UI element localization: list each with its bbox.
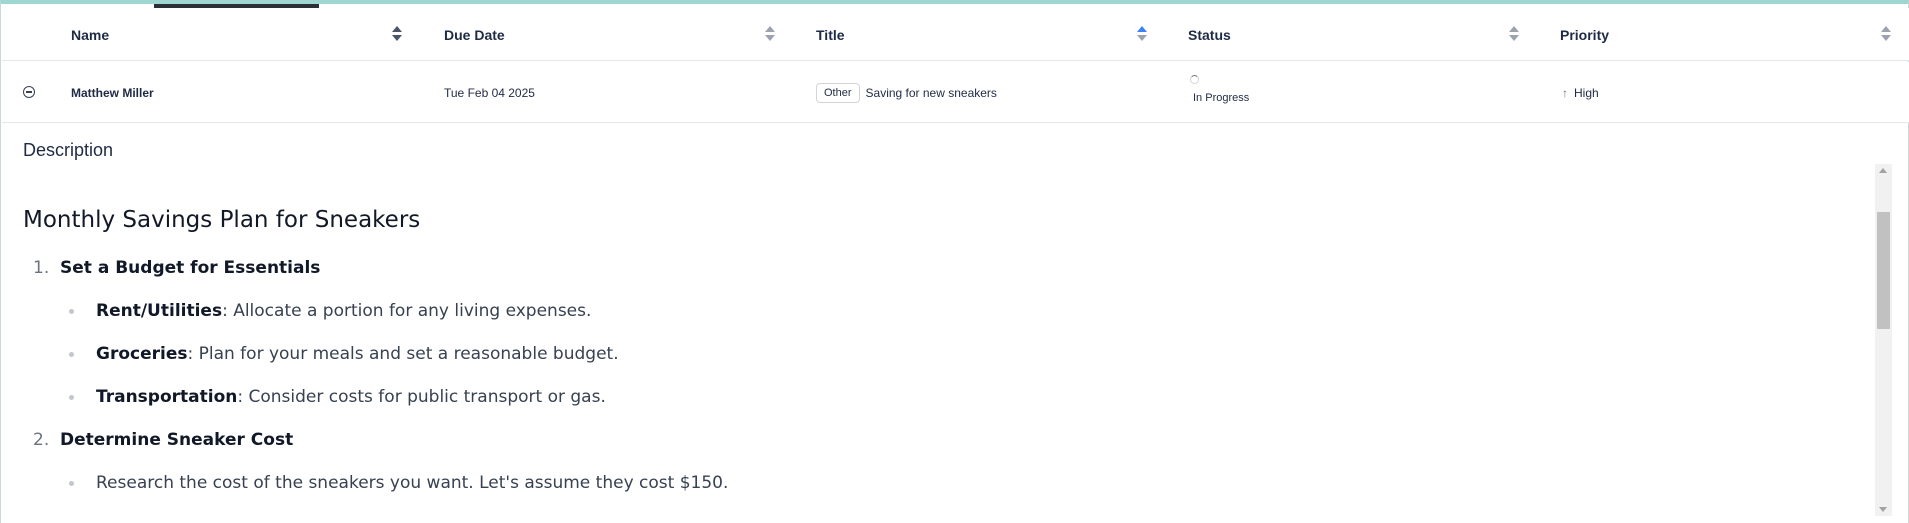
description-scrollbar[interactable] [1875,164,1892,516]
bullet-icon [69,351,74,357]
arrow-up-icon: ↑ [1562,85,1568,100]
column-header-title[interactable]: Title [816,8,845,61]
sub-item-bold: Transportation [96,387,238,407]
sub-list-item: Rent/Utilities: Allocate a portion for a… [69,301,591,321]
column-header-status[interactable]: Status [1188,8,1231,61]
list-item: 2. Determine Sneaker Cost [33,430,293,450]
column-label: Priority [1560,26,1610,43]
sub-item-bold: Rent/Utilities [96,301,223,321]
status-value: In Progress [1193,92,1250,104]
table-row[interactable]: Matthew Miller Tue Feb 04 2025 Other Sav… [2,62,1909,123]
cell-status: In Progress [1190,75,1249,104]
sort-status-icon[interactable] [1509,26,1519,42]
cell-due-date: Tue Feb 04 2025 [444,62,535,123]
plan-title: Monthly Savings Plan for Sneakers [23,207,421,233]
sub-item-text: Research the cost of the sneakers you wa… [96,473,729,493]
loading-spinner-icon [1190,75,1199,84]
task-title: Saving for new sneakers [865,85,997,100]
column-label: Status [1188,26,1231,43]
sub-item-text: : Plan for your meals and set a reasonab… [187,344,619,364]
column-header-due-date[interactable]: Due Date [444,8,505,61]
column-label: Due Date [444,26,505,43]
category-tag: Other [816,82,860,103]
task-table-panel: Name Due Date Title Status Priority Matt… [0,0,1909,523]
column-label: Title [816,26,845,43]
sub-item-bold: Groceries [96,344,188,364]
list-item-label: Determine Sneaker Cost [60,430,294,450]
sub-list-item: Research the cost of the sneakers you wa… [69,473,728,493]
sub-list-item: Transportation: Consider costs for publi… [69,387,606,407]
bullet-icon [69,308,74,314]
collapse-row-icon[interactable] [23,86,35,98]
sub-list-item: Groceries: Plan for your meals and set a… [69,344,619,364]
sort-name-icon[interactable] [392,26,402,42]
cell-priority: ↑ High [1562,62,1599,123]
cell-title: Other Saving for new sneakers [816,62,997,123]
priority-value: High [1574,85,1599,100]
bullet-icon [69,480,74,486]
cell-name: Matthew Miller [71,62,154,123]
sort-title-icon[interactable] [1137,26,1147,42]
description-heading: Description [23,140,114,160]
column-header-priority[interactable]: Priority [1560,8,1609,61]
list-number: 2. [33,430,50,450]
scroll-up-icon[interactable] [1879,168,1887,173]
scrollbar-thumb[interactable] [1877,212,1890,329]
list-item-label: Set a Budget for Essentials [60,258,321,278]
column-header-name[interactable]: Name [71,8,109,61]
description-content: Monthly Savings Plan for Sneakers 1. Set … [1,164,1875,523]
sub-item-text: : Allocate a portion for any living expe… [222,301,592,321]
sub-item-text: : Consider costs for public transport or… [237,387,606,407]
due-date-value: Tue Feb 04 2025 [444,85,535,100]
table-header: Name Due Date Title Status Priority [2,8,1909,61]
scroll-down-icon[interactable] [1879,507,1887,512]
assignee-name: Matthew Miller [71,85,154,100]
sort-priority-icon[interactable] [1881,26,1891,42]
column-label: Name [71,26,110,43]
list-number: 1. [33,258,50,278]
sort-due-date-icon[interactable] [765,26,775,42]
list-item: 1. Set a Budget for Essentials [33,258,320,278]
bullet-icon [69,394,74,400]
